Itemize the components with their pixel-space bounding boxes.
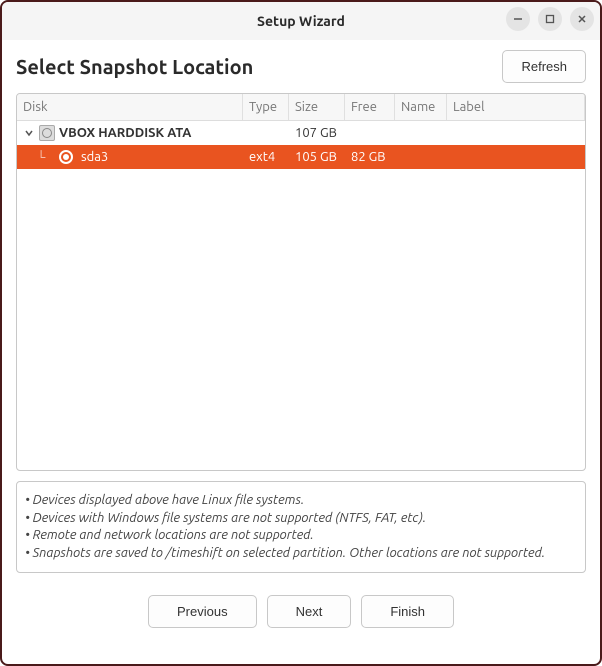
column-headers: Disk Type Size Free Name Label (17, 94, 585, 121)
minimize-icon[interactable] (506, 7, 530, 31)
note-line: Devices with Windows file systems are no… (25, 510, 577, 528)
note-line: Devices displayed above have Linux file … (25, 492, 577, 510)
disk-name: VBOX HARDDISK ATA (59, 126, 191, 140)
cell-type: ext4 (243, 148, 289, 166)
table-row[interactable]: └ sda3 ext4 105 GB 82 GB (17, 145, 585, 169)
column-disk[interactable]: Disk (17, 94, 243, 120)
chevron-down-icon[interactable] (23, 128, 35, 138)
column-free[interactable]: Free (345, 94, 395, 120)
cell-label (447, 131, 585, 135)
column-name[interactable]: Name (395, 94, 447, 120)
previous-button[interactable]: Previous (148, 595, 257, 628)
cell-free: 82 GB (345, 148, 395, 166)
cell-name (395, 131, 447, 135)
footer-buttons: Previous Next Finish (2, 573, 600, 642)
column-label[interactable]: Label (447, 94, 585, 120)
next-button[interactable]: Next (267, 595, 352, 628)
window-title: Setup Wizard (257, 13, 345, 29)
partition-name: sda3 (81, 150, 108, 164)
tree-branch-icon: └ (27, 150, 55, 164)
radio-selected-icon[interactable] (59, 150, 73, 164)
cell-name (395, 155, 447, 159)
close-icon[interactable] (570, 7, 594, 31)
device-list: Disk Type Size Free Name Label VBOX HARD… (16, 93, 586, 471)
page-title: Select Snapshot Location (16, 55, 253, 78)
cell-size: 105 GB (289, 148, 345, 166)
maximize-icon[interactable] (538, 7, 562, 31)
column-type[interactable]: Type (243, 94, 289, 120)
finish-button[interactable]: Finish (361, 595, 454, 628)
titlebar: Setup Wizard (2, 2, 600, 40)
refresh-button[interactable]: Refresh (502, 50, 586, 83)
header-row: Select Snapshot Location Refresh (16, 50, 586, 83)
notes-panel: Devices displayed above have Linux file … (16, 481, 586, 573)
table-row[interactable]: VBOX HARDDISK ATA 107 GB (17, 121, 585, 145)
cell-free (345, 131, 395, 135)
note-line: Remote and network locations are not sup… (25, 527, 577, 545)
column-size[interactable]: Size (289, 94, 345, 120)
cell-label (447, 155, 585, 159)
harddisk-icon (39, 125, 55, 141)
window-controls (506, 7, 594, 31)
content-area: Select Snapshot Location Refresh Disk Ty… (2, 40, 600, 573)
cell-size: 107 GB (289, 124, 345, 142)
cell-type (243, 131, 289, 135)
note-line: Snapshots are saved to /timeshift on sel… (25, 545, 577, 563)
